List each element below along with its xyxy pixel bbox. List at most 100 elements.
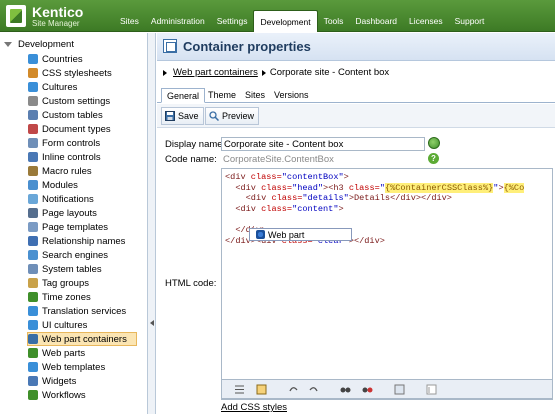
display-name-input[interactable] [221, 137, 425, 151]
page-header: Container properties [157, 33, 555, 61]
panel-splitter[interactable] [148, 33, 156, 414]
tree-item-custom-tables[interactable]: Custom tables [28, 108, 137, 122]
layout-icon [28, 208, 38, 218]
tree-item-label: Web part containers [42, 333, 127, 345]
tree-item-notifications[interactable]: Notifications [28, 192, 137, 206]
system-table-icon [28, 264, 38, 274]
search-engine-icon [28, 250, 38, 260]
nav-tab-tools[interactable]: Tools [318, 10, 350, 32]
redo-icon[interactable] [308, 384, 319, 395]
preview-icon [209, 111, 219, 121]
tab-sites[interactable]: Sites [240, 88, 270, 103]
tree-item-search-engines[interactable]: Search engines [28, 248, 137, 262]
tree-item-cultures[interactable]: Cultures [28, 80, 137, 94]
tree-item-translation-services[interactable]: Translation services [28, 304, 137, 318]
tree-item-label: Form controls [42, 137, 101, 149]
save-icon [165, 111, 175, 121]
tree-item-label: Page layouts [42, 207, 97, 219]
collapse-arrow-icon[interactable] [150, 320, 154, 326]
nav-tab-development[interactable]: Development [253, 10, 318, 32]
tree-item-macro-rules[interactable]: Macro rules [28, 164, 137, 178]
nav-tab-dashboard[interactable]: Dashboard [349, 10, 403, 32]
tree-item-page-layouts[interactable]: Page layouts [28, 206, 137, 220]
tree-item-web-parts[interactable]: Web parts [28, 346, 137, 360]
tree-item-relationship-names[interactable]: Relationship names [28, 234, 137, 248]
kentico-logo-icon [6, 5, 26, 27]
preview-button[interactable]: Preview [205, 107, 260, 125]
undo-icon[interactable] [288, 384, 299, 395]
tree-item-time-zones[interactable]: Time zones [28, 290, 137, 304]
tree-item-css-stylesheets[interactable]: CSS stylesheets [28, 66, 137, 80]
container-icon [163, 39, 177, 53]
help-icon[interactable]: ? [428, 153, 439, 164]
tree-item-label: System tables [42, 263, 102, 275]
breadcrumb-link-web-part-containers[interactable]: Web part containers [173, 67, 258, 78]
kentico-logo[interactable]: Kentico Site Manager [4, 2, 114, 30]
add-css-styles-link[interactable]: Add CSS styles [221, 402, 287, 413]
tree-item-workflows[interactable]: Workflows [28, 388, 137, 402]
code-line: <div class="head"><h3 class="{%Container… [235, 182, 525, 193]
tree-root-development[interactable]: Development [4, 37, 74, 51]
web-template-icon [28, 362, 38, 372]
tree-item-ui-cultures[interactable]: UI cultures [28, 318, 137, 332]
list-icon[interactable] [234, 384, 245, 395]
fullscreen-icon[interactable] [394, 384, 405, 395]
globe-icon [28, 54, 38, 64]
line-numbers-icon[interactable] [426, 384, 437, 395]
tree-item-countries[interactable]: Countries [28, 52, 137, 66]
tree-item-inline-controls[interactable]: Inline controls [28, 150, 137, 164]
logo-subtitle: Site Manager [32, 19, 80, 28]
html-code-editor[interactable]: <div class="contentBox"> <div class="hea… [221, 168, 553, 400]
nav-tab-sites[interactable]: Sites [114, 10, 145, 32]
tree-item-label: Tag groups [42, 277, 90, 289]
code-line: <div class="content"> [235, 203, 344, 214]
image-icon[interactable] [256, 384, 267, 395]
tree-item-label: Translation services [42, 305, 127, 317]
translation-icon [28, 306, 38, 316]
breadcrumb-arrow-icon [163, 69, 167, 76]
tree-item-document-types[interactable]: Document types [28, 122, 137, 136]
tree-items: Countries CSS stylesheets Cultures Custom s… [27, 52, 137, 402]
web-part-icon [256, 230, 265, 239]
tab-theme[interactable]: Theme [203, 88, 241, 103]
tree-item-widgets[interactable]: Widgets [28, 374, 137, 388]
display-name-label: Display name: [165, 139, 226, 150]
find-icon[interactable] [340, 384, 351, 395]
tree-item-custom-settings[interactable]: Custom settings [28, 94, 137, 108]
tree-item-web-templates[interactable]: Web templates [28, 360, 137, 374]
document-icon [28, 124, 38, 134]
tree-item-form-controls[interactable]: Form controls [28, 136, 137, 150]
tree-root-label: Development [18, 38, 74, 50]
tab-versions[interactable]: Versions [269, 88, 314, 103]
tree-item-system-tables[interactable]: System tables [28, 262, 137, 276]
tree-item-label: Notifications [42, 193, 94, 205]
tree-item-label: Modules [42, 179, 78, 191]
web-part-placeholder[interactable]: Web part [249, 228, 352, 241]
html-code-label: HTML code: [165, 278, 217, 289]
nav-tab-support[interactable]: Support [449, 10, 491, 32]
nav-tab-licenses[interactable]: Licenses [403, 10, 449, 32]
replace-icon[interactable] [362, 384, 373, 395]
tree-item-page-templates[interactable]: Page templates [28, 220, 137, 234]
tree-item-label: Relationship names [42, 235, 126, 247]
ui-culture-icon [28, 320, 38, 330]
expand-caret-icon[interactable] [4, 41, 12, 47]
tree-item-tag-groups[interactable]: Tag groups [28, 276, 137, 290]
code-line: <div class="details">Details</div></div> [245, 193, 452, 204]
tree-item-label: CSS stylesheets [42, 67, 112, 79]
tab-general[interactable]: General [161, 88, 206, 103]
nav-tab-administration[interactable]: Administration [145, 10, 211, 32]
breadcrumb-separator-icon [261, 69, 266, 76]
tree-item-modules[interactable]: Modules [28, 178, 137, 192]
page-title: Container properties [183, 39, 311, 54]
tree-item-label: Time zones [42, 291, 91, 303]
tree-item-web-part-containers[interactable]: Web part containers [27, 332, 137, 346]
localize-globe-icon[interactable] [428, 137, 440, 149]
save-button[interactable]: Save [161, 107, 204, 125]
widget-icon [28, 376, 38, 386]
tree-item-label: Workflows [42, 389, 86, 401]
nav-tab-settings[interactable]: Settings [211, 10, 254, 32]
wrench-icon [28, 96, 38, 106]
top-bar: Kentico Site Manager Sites Administratio… [0, 0, 555, 32]
